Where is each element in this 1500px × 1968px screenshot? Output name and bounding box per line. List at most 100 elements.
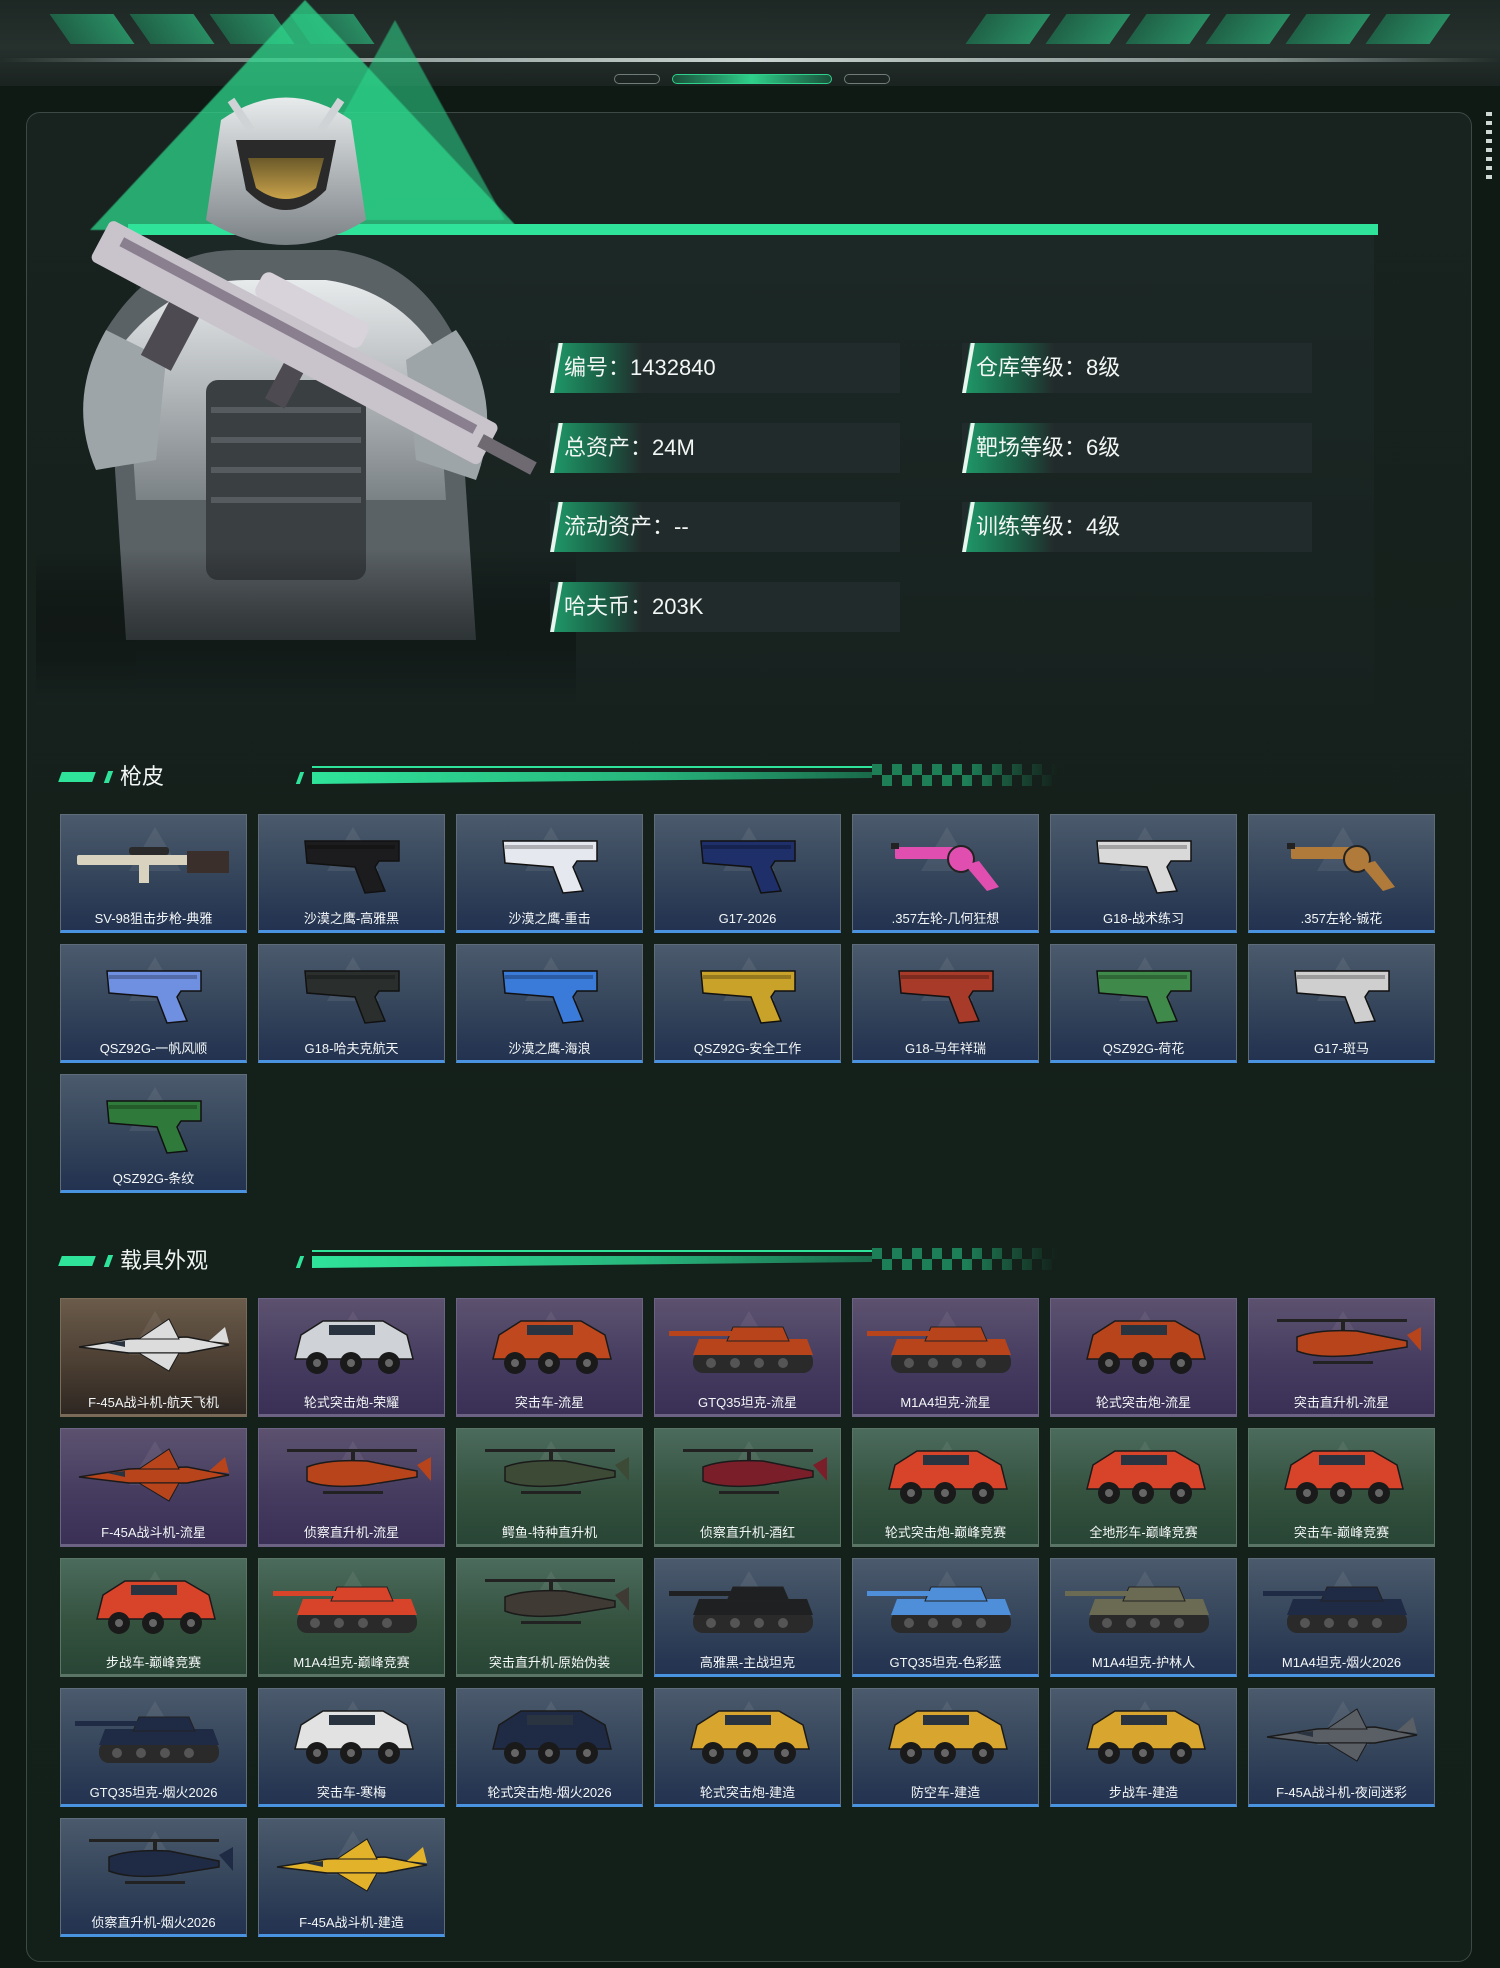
vehicle-skin-card[interactable]: 突击车-流星 <box>456 1298 643 1417</box>
vehicle-skin-card[interactable]: 轮式突击炮-建造 <box>654 1688 841 1807</box>
tank-icon <box>861 1305 1031 1385</box>
revolver-icon <box>861 821 1031 901</box>
vehicle-skin-card[interactable]: 鳄鱼-特种直升机 <box>456 1428 643 1547</box>
tank-icon <box>1059 1565 1229 1645</box>
weapon-skin-card[interactable]: G17-斑马 <box>1248 944 1435 1063</box>
stat-training-level: 训练等级：4级 <box>962 502 1312 552</box>
vehicle-skin-card[interactable]: GTQ35坦克-烟火2026 <box>60 1688 247 1807</box>
weapon-skin-card[interactable]: 沙漠之鹰-海浪 <box>456 944 643 1063</box>
weapon-skin-card[interactable]: G17-2026 <box>654 814 841 933</box>
weapon-skin-label: G18-哈夫克航天 <box>304 1041 399 1056</box>
section-header-weapon-skins: 枪皮 <box>58 762 1060 792</box>
vehicle-skin-label: 轮式突击炮-巅峰竞赛 <box>884 1525 1007 1540</box>
vehicle-skin-label: M1A4坦克-流星 <box>900 1395 991 1410</box>
vehicle-skin-card[interactable]: 轮式突击炮-荣耀 <box>258 1298 445 1417</box>
vehicle-skin-label: GTQ35坦克-流星 <box>698 1395 797 1410</box>
weapon-skin-label: G17-斑马 <box>1314 1041 1369 1056</box>
operator-avatar <box>36 80 576 705</box>
weapon-skin-label: .357左轮-几何狂想 <box>891 911 1000 926</box>
weapon-skin-card[interactable]: G18-战术练习 <box>1050 814 1237 933</box>
pistol-icon <box>1257 951 1427 1031</box>
section-title: 枪皮 <box>120 764 165 789</box>
weapon-skin-card[interactable]: QSZ92G-一帆风顺 <box>60 944 247 1063</box>
vehicle-skin-card[interactable]: 突击直升机-原始伪装 <box>456 1558 643 1677</box>
vehicle-skin-card[interactable]: M1A4坦克-流星 <box>852 1298 1039 1417</box>
vehicle-skin-card[interactable]: F-45A战斗机-流星 <box>60 1428 247 1547</box>
stat-haf-coin: 哈夫币：203K <box>550 582 900 632</box>
vehicle-skin-label: 全地形车-巅峰竞赛 <box>1089 1525 1198 1540</box>
vehicle-skin-card[interactable]: F-45A战斗机-夜间迷彩 <box>1248 1688 1435 1807</box>
vehicle-skin-label: M1A4坦克-护林人 <box>1091 1655 1196 1670</box>
vehicle-skin-card[interactable]: 突击车-巅峰竞赛 <box>1248 1428 1435 1547</box>
stat-range-level: 靶场等级：6级 <box>962 423 1312 473</box>
vehicle-skin-label: 防空车-建造 <box>910 1785 981 1800</box>
car-icon <box>1059 1435 1229 1515</box>
vehicle-skin-label: 轮式突击炮-烟火2026 <box>487 1785 612 1800</box>
weapon-skin-card[interactable]: G18-哈夫克航天 <box>258 944 445 1063</box>
scroll-indicator[interactable] <box>1486 112 1492 182</box>
vehicle-skin-label: 步战车-建造 <box>1108 1785 1179 1800</box>
weapon-skin-card[interactable]: 沙漠之鹰-重击 <box>456 814 643 933</box>
weapon-skin-label: .357左轮-铖花 <box>1300 911 1383 926</box>
vehicle-skin-label: 突击直升机-流星 <box>1293 1395 1390 1410</box>
weapon-skin-label: SV-98狙击步枪-典雅 <box>94 911 213 926</box>
vehicle-skin-card[interactable]: 侦察直升机-流星 <box>258 1428 445 1547</box>
vehicle-skin-label: M1A4坦克-烟火2026 <box>1281 1655 1402 1670</box>
jet-icon <box>267 1825 437 1905</box>
tank-icon <box>861 1565 1031 1645</box>
weapon-skin-label: G18-马年祥瑞 <box>905 1041 986 1056</box>
weapon-skin-card[interactable]: .357左轮-几何狂想 <box>852 814 1039 933</box>
vehicle-skin-card[interactable]: 高雅黑-主战坦克 <box>654 1558 841 1677</box>
vehicle-skin-card[interactable]: F-45A战斗机-航天飞机 <box>60 1298 247 1417</box>
weapon-skin-label: G18-战术练习 <box>1103 911 1184 926</box>
car-icon <box>861 1435 1031 1515</box>
weapon-skin-card[interactable]: QSZ92G-荷花 <box>1050 944 1237 1063</box>
vehicle-skin-card[interactable]: 轮式突击炮-烟火2026 <box>456 1688 643 1807</box>
weapon-skin-label: QSZ92G-条纹 <box>112 1171 195 1186</box>
weapon-skin-label: 沙漠之鹰-海浪 <box>508 1041 591 1056</box>
vehicle-skin-card[interactable]: GTQ35坦克-流星 <box>654 1298 841 1417</box>
weapon-skin-card[interactable]: SV-98狙击步枪-典雅 <box>60 814 247 933</box>
pistol-icon <box>465 951 635 1031</box>
vehicle-skin-card[interactable]: 全地形车-巅峰竞赛 <box>1050 1428 1237 1547</box>
banner-stripes-right <box>965 14 1451 44</box>
rifle-icon <box>69 821 239 901</box>
vehicle-skin-label: 轮式突击炮-流星 <box>1095 1395 1192 1410</box>
jet-icon <box>69 1435 239 1515</box>
car-icon <box>267 1305 437 1385</box>
vehicle-skin-card[interactable]: 步战车-建造 <box>1050 1688 1237 1807</box>
stat-total-assets: 总资产：24M <box>550 423 900 473</box>
vehicle-skin-label: F-45A战斗机-建造 <box>299 1915 404 1930</box>
vehicle-skin-card[interactable]: M1A4坦克-烟火2026 <box>1248 1558 1435 1677</box>
weapon-skin-card[interactable]: QSZ92G-安全工作 <box>654 944 841 1063</box>
weapon-skin-card[interactable]: .357左轮-铖花 <box>1248 814 1435 933</box>
weapon-skin-label: 沙漠之鹰-重击 <box>508 911 591 926</box>
weapon-skin-card[interactable]: QSZ92G-条纹 <box>60 1074 247 1193</box>
vehicle-skin-card[interactable]: 轮式突击炮-巅峰竞赛 <box>852 1428 1039 1547</box>
weapon-skin-card[interactable]: G18-马年祥瑞 <box>852 944 1039 1063</box>
vehicle-skin-card[interactable]: 侦察直升机-烟火2026 <box>60 1818 247 1937</box>
jet-icon <box>69 1305 239 1385</box>
vehicle-skin-label: 轮式突击炮-建造 <box>699 1785 796 1800</box>
tank-icon <box>1257 1565 1427 1645</box>
heli-icon <box>1257 1305 1427 1385</box>
vehicle-skin-card[interactable]: 步战车-巅峰竞赛 <box>60 1558 247 1677</box>
vehicle-skin-label: M1A4坦克-巅峰竞赛 <box>293 1655 410 1670</box>
stat-warehouse-level: 仓库等级：8级 <box>962 343 1312 393</box>
vehicle-skin-card[interactable]: M1A4坦克-护林人 <box>1050 1558 1237 1677</box>
vehicle-skin-card[interactable]: 轮式突击炮-流星 <box>1050 1298 1237 1417</box>
revolver-icon <box>1257 821 1427 901</box>
vehicle-skin-card[interactable]: M1A4坦克-巅峰竞赛 <box>258 1558 445 1677</box>
car-icon <box>465 1305 635 1385</box>
stat-liquid-assets: 流动资产：-- <box>550 502 900 552</box>
vehicle-skin-card[interactable]: 防空车-建造 <box>852 1688 1039 1807</box>
vehicle-skin-card[interactable]: F-45A战斗机-建造 <box>258 1818 445 1937</box>
tank-icon <box>663 1565 833 1645</box>
banner-pill-right <box>844 74 890 84</box>
vehicle-skin-card[interactable]: 突击直升机-流星 <box>1248 1298 1435 1417</box>
weapon-skin-card[interactable]: 沙漠之鹰-高雅黑 <box>258 814 445 933</box>
vehicle-skin-label: 突击车-巅峰竞赛 <box>1293 1525 1390 1540</box>
vehicle-skin-card[interactable]: GTQ35坦克-色彩蓝 <box>852 1558 1039 1677</box>
vehicle-skin-card[interactable]: 突击车-寒梅 <box>258 1688 445 1807</box>
vehicle-skin-card[interactable]: 侦察直升机-酒红 <box>654 1428 841 1547</box>
